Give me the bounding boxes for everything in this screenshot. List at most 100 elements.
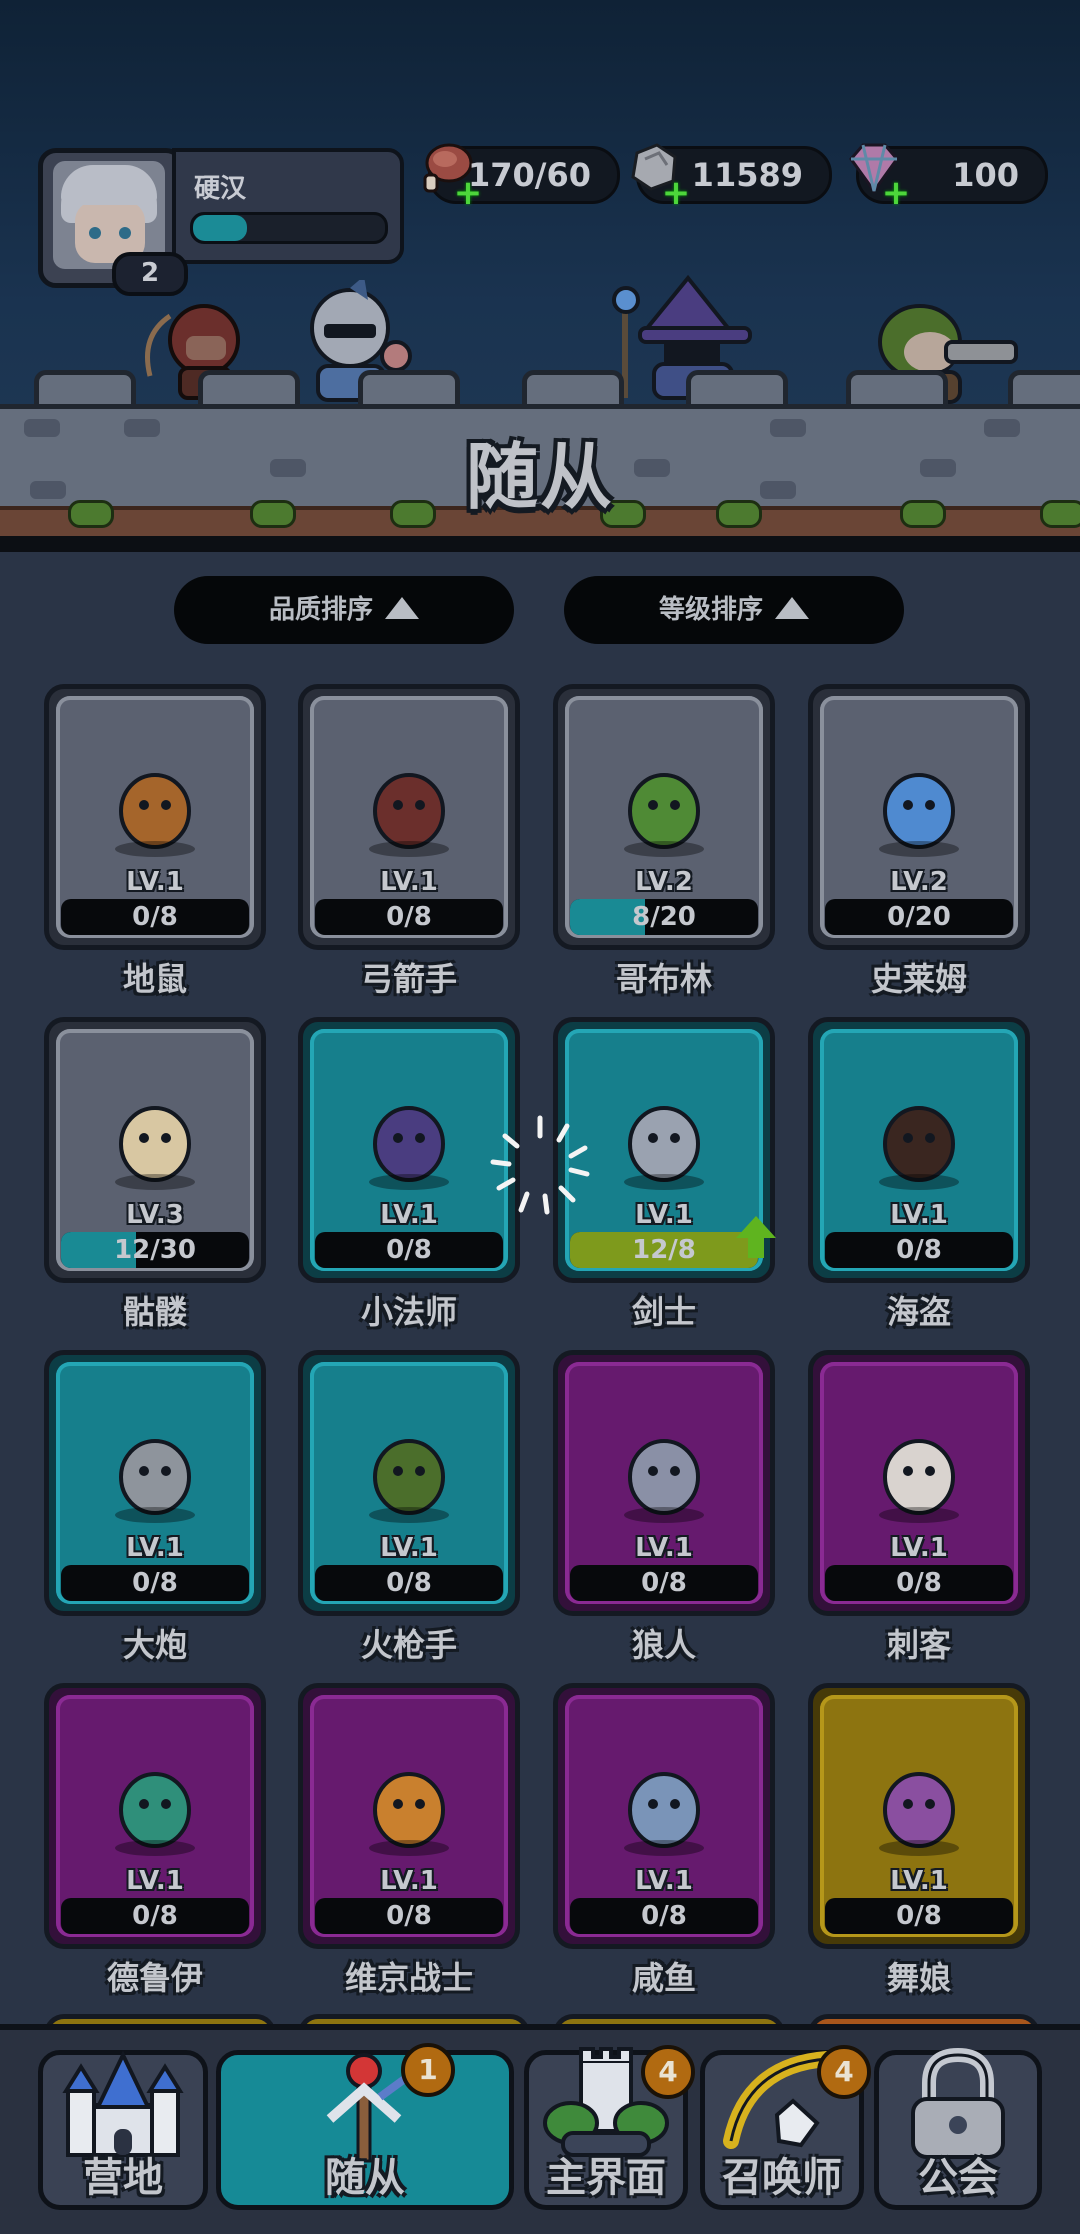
unit-level: LV.1 (890, 1533, 948, 1563)
unit-level: LV.1 (126, 1866, 184, 1896)
unit-shard-count: 0/8 (896, 1901, 942, 1931)
unit-shard-progress-bar: 8/20 (570, 899, 758, 935)
unit-name: 火枪手 (360, 1626, 457, 1664)
ground-shadow (0, 536, 1080, 552)
unit-shard-count: 0/8 (132, 1568, 178, 1598)
xp-bar-fill (193, 215, 247, 241)
unit-card[interactable]: LV.1 0/8 (298, 1350, 520, 1616)
nav-label: 主界面 (546, 2155, 666, 2201)
unit-card[interactable]: LV.1 0/8 (553, 1683, 775, 1949)
unit-level: LV.1 (380, 1200, 438, 1230)
stone-resource[interactable]: + 11589 (631, 143, 832, 210)
unit-level: LV.2 (890, 867, 948, 897)
unit-portrait-icon (879, 773, 959, 857)
unit-shard-count: 12/8 (632, 1235, 696, 1265)
meat-resource[interactable]: + 170/60 (423, 143, 620, 210)
diamond-resource[interactable]: + 100 (849, 143, 1048, 210)
unit-name: 史莱姆 (870, 960, 967, 998)
nav-tab-summoner[interactable]: 召唤师 4 (700, 2045, 871, 2210)
nav-label: 随从 (325, 2155, 405, 2201)
nav-tab-followers[interactable]: 随从 1 (216, 2043, 514, 2210)
unit-shard-count: 0/8 (386, 1235, 432, 1265)
unit-shard-progress-bar: 0/8 (825, 1565, 1013, 1601)
nav-label: 公会 (918, 2155, 998, 2201)
unit-shard-progress-bar: 0/8 (61, 1898, 249, 1934)
unit-name: 刺客 (886, 1626, 951, 1664)
unit-name: 咸鱼 (631, 1959, 696, 1997)
unit-shard-progress-bar: 0/8 (61, 899, 249, 935)
unit-shard-progress-bar: 12/8 (570, 1232, 758, 1268)
unit-shard-count: 0/20 (887, 902, 951, 932)
unit-card[interactable]: LV.1 0/8 (808, 1350, 1030, 1616)
unit-shard-count: 8/20 (632, 902, 696, 932)
unit-portrait-icon (369, 1439, 449, 1523)
unit-portrait-icon (115, 1439, 195, 1523)
unit-level: LV.1 (635, 1533, 693, 1563)
unit-portrait-icon (115, 1772, 195, 1856)
unit-portrait-icon (369, 1772, 449, 1856)
unit-card[interactable]: LV.1 0/8 (553, 1350, 775, 1616)
unit-shard-progress-bar: 0/8 (61, 1565, 249, 1601)
unit-name: 骷髅 (122, 1293, 187, 1331)
unit-name: 舞娘 (886, 1959, 951, 1997)
unit-card[interactable]: LV.3 12/30 (44, 1017, 266, 1283)
nav-tab-guild[interactable]: 公会 (874, 2047, 1042, 2210)
diamond-value: 100 (952, 156, 1019, 194)
unit-shard-count: 0/8 (386, 1901, 432, 1931)
stone-add-icon[interactable]: + (661, 176, 691, 210)
unit-shard-progress-bar: 0/8 (825, 1898, 1013, 1934)
unit-name: 海盗 (886, 1293, 951, 1331)
unit-name: 大炮 (122, 1626, 187, 1664)
unit-portrait-icon (879, 1772, 959, 1856)
sort-ascending-icon (385, 596, 419, 619)
unit-shard-count: 0/8 (386, 902, 432, 932)
unit-level: LV.1 (380, 1866, 438, 1896)
unit-shard-count: 12/30 (114, 1235, 196, 1265)
unit-name: 狼人 (631, 1626, 696, 1664)
unit-card[interactable]: LV.2 8/20 (553, 684, 775, 950)
unit-shard-count: 0/8 (132, 902, 178, 932)
unit-shard-count: 0/8 (386, 1568, 432, 1598)
notification-badge: 4 (641, 2045, 695, 2099)
unit-card[interactable]: LV.1 0/8 (808, 1683, 1030, 1949)
unit-portrait-icon (115, 773, 195, 857)
unit-name: 弓箭手 (360, 960, 457, 998)
unit-shard-progress-bar: 0/8 (315, 899, 503, 935)
unit-level: LV.3 (126, 1200, 184, 1230)
sort-by-level-label: 等级排序 (658, 595, 763, 625)
unit-level: LV.1 (380, 867, 438, 897)
sort-by-quality-button[interactable]: 品质排序 (174, 576, 514, 644)
unit-card[interactable]: LV.2 0/20 (808, 684, 1030, 950)
unit-shard-progress-bar: 0/8 (315, 1898, 503, 1934)
unit-shard-progress-bar: 0/8 (570, 1898, 758, 1934)
unit-level: LV.1 (126, 1533, 184, 1563)
unit-portrait-icon (369, 1106, 449, 1190)
meat-value: 170/60 (467, 156, 591, 194)
upgrade-arrow-stem (748, 1236, 764, 1258)
unit-card[interactable]: LV.1 0/8 (44, 1350, 266, 1616)
unit-name: 哥布林 (615, 960, 712, 998)
diamond-add-icon[interactable]: + (881, 176, 911, 210)
unit-portrait-icon (115, 1106, 195, 1190)
unit-card[interactable]: LV.1 0/8 (298, 1683, 520, 1949)
unit-shard-count: 0/8 (896, 1568, 942, 1598)
unit-portrait-icon (624, 1106, 704, 1190)
stone-value: 11589 (691, 156, 803, 194)
nav-tab-camp[interactable]: 营地 (38, 2050, 208, 2210)
unit-portrait-icon (624, 1772, 704, 1856)
unit-card[interactable]: LV.1 0/8 (298, 684, 520, 950)
unit-card[interactable]: LV.1 0/8 (44, 1683, 266, 1949)
unit-card[interactable]: LV.1 0/8 (808, 1017, 1030, 1283)
unit-shard-count: 0/8 (896, 1235, 942, 1265)
upgrade-arrow-icon (736, 1216, 776, 1238)
unit-level: LV.1 (890, 1866, 948, 1896)
nav-tab-main[interactable]: 主界面 4 (524, 2045, 695, 2210)
unit-card[interactable]: LV.1 0/8 (44, 684, 266, 950)
nav-label: 召唤师 (722, 2155, 842, 2201)
sort-by-level-button[interactable]: 等级排序 (564, 576, 904, 644)
page-title: 随从 (465, 435, 614, 519)
loading-spinner-icon (490, 1115, 590, 1215)
unit-level: LV.1 (126, 867, 184, 897)
player-name: 硬汉 (194, 174, 247, 204)
sort-by-quality-label: 品质排序 (268, 595, 373, 625)
